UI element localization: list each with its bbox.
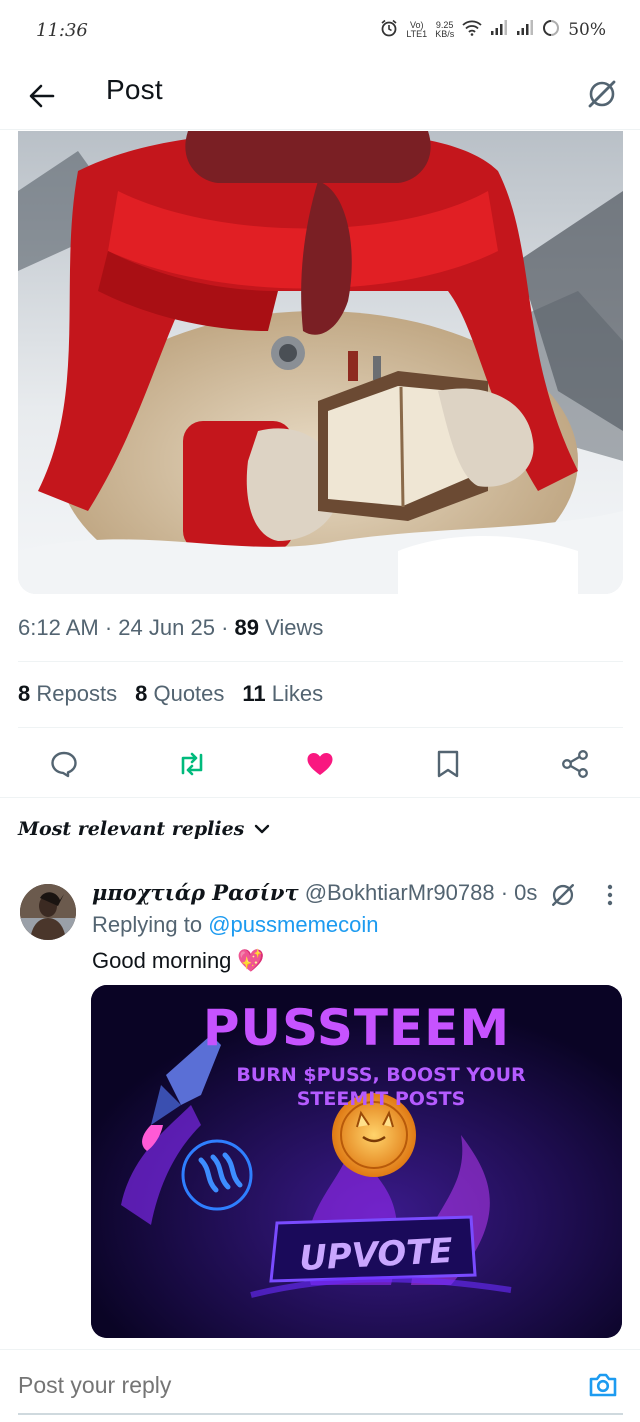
reply-header: μποχτιάρ Ρασίντ @BokhtiarMr90788 · 0s <box>92 880 537 906</box>
network-speed-unit: KB/s <box>435 29 455 39</box>
network-speed: 9.25 KB/s <box>435 21 454 39</box>
likes-label: Likes <box>271 681 324 706</box>
camera-icon <box>589 1373 617 1397</box>
arrow-left-icon <box>29 84 55 108</box>
wifi-icon <box>462 20 482 40</box>
composer-underline <box>18 1413 623 1415</box>
like-button[interactable] <box>300 744 340 784</box>
likes-stat[interactable]: 11 Likes <box>242 681 323 707</box>
meta-dot: · <box>221 615 235 640</box>
status-time: 11:36 <box>36 19 88 41</box>
share-icon <box>562 750 588 778</box>
alarm-icon <box>380 19 398 41</box>
reply-button[interactable] <box>44 744 84 784</box>
repost-icon <box>181 752 203 776</box>
battery-percent: 50% <box>568 20 606 40</box>
post-date: 24 Jun 25 <box>118 615 215 640</box>
replies-sort-label: Most relevant replies <box>18 818 245 840</box>
divider <box>18 661 623 662</box>
reply-time: 0s <box>514 880 538 905</box>
post-image-illustration <box>18 131 623 594</box>
grok-icon <box>588 80 616 108</box>
back-button[interactable] <box>22 76 62 116</box>
status-icons: Vo) LTE1 9.25 KB/s 50% <box>380 19 606 41</box>
reposts-count: 8 <box>18 681 31 706</box>
repost-button[interactable] <box>172 744 212 784</box>
promo-title: PUSSTEEM <box>202 999 511 1057</box>
post-stats: 8 Reposts 8 Quotes 11 Likes <box>18 681 323 707</box>
sparkling-heart-emoji: 💖 <box>237 948 265 973</box>
chevron-down-icon <box>255 824 270 834</box>
reply-text: Good morning 💖 <box>92 948 265 974</box>
quotes-stat[interactable]: 8 Quotes <box>135 681 224 707</box>
reply-composer <box>0 1349 640 1422</box>
bookmark-button[interactable] <box>428 744 468 784</box>
promo-subtitle-line-1: BURN $PUSS, BOOST YOUR <box>236 1064 526 1086</box>
post-time: 6:12 AM <box>18 615 99 640</box>
post-meta: 6:12 AM · 24 Jun 25 · 89 Views <box>18 615 323 641</box>
volte-bottom-label: LTE1 <box>406 29 428 39</box>
post-image[interactable] <box>18 131 623 594</box>
views-label: Views <box>265 615 324 640</box>
avatar[interactable] <box>20 884 76 940</box>
reply-media-image[interactable]: PUSSTEEM BURN $PUSS, BOOST YOUR STEEMIT … <box>91 985 622 1338</box>
status-bar: 11:36 Vo) LTE1 9.25 KB/s 50% <box>0 0 640 60</box>
replying-to: Replying to @pussmemecoin <box>92 912 379 938</box>
quotes-label: Quotes <box>153 681 225 706</box>
replying-mention-link[interactable]: @pussmemecoin <box>208 912 378 937</box>
meta-dot: · <box>500 880 515 905</box>
bookmark-icon <box>437 750 459 778</box>
promo-subtitle-line-2: STEEMIT POSTS <box>296 1088 466 1110</box>
reposts-label: Reposts <box>36 681 118 706</box>
reply-more-button[interactable] <box>596 878 624 912</box>
reply-display-name[interactable]: μποχτιάρ Ρασίντ <box>92 880 299 905</box>
grok-icon <box>552 884 574 906</box>
replying-prefix: Replying to <box>92 912 203 937</box>
comment-icon <box>51 751 77 778</box>
volte-indicator: Vo) LTE1 <box>406 21 427 39</box>
promo-subtitle: BURN $PUSS, BOOST YOUR STEEMIT POSTS <box>231 1063 531 1111</box>
top-app-bar: Post <box>0 60 640 130</box>
likes-count: 11 <box>242 681 266 706</box>
reply-input[interactable] <box>18 1372 538 1399</box>
camera-button[interactable] <box>586 1368 620 1402</box>
signal-1-icon <box>490 20 508 40</box>
heart-filled-icon <box>307 753 333 775</box>
section-divider <box>0 797 640 798</box>
signal-2-icon <box>516 20 534 40</box>
share-button[interactable] <box>555 744 595 784</box>
reply-text-body: Good morning <box>92 948 232 973</box>
views-count: 89 <box>234 615 259 640</box>
reply-grok-button[interactable] <box>546 878 580 912</box>
reposts-stat[interactable]: 8 Reposts <box>18 681 117 707</box>
reply-handle[interactable]: @BokhtiarMr90788 <box>305 880 495 905</box>
more-vertical-icon <box>607 884 613 906</box>
battery-icon <box>542 19 560 41</box>
meta-dot: · <box>104 615 119 640</box>
avatar-image <box>20 884 76 940</box>
divider <box>18 727 623 728</box>
replies-sort-dropdown[interactable]: Most relevant replies <box>18 818 270 840</box>
page-title: Post <box>106 74 163 105</box>
grok-button[interactable] <box>582 74 622 114</box>
post-action-bar <box>0 730 640 796</box>
quotes-count: 8 <box>135 681 148 706</box>
